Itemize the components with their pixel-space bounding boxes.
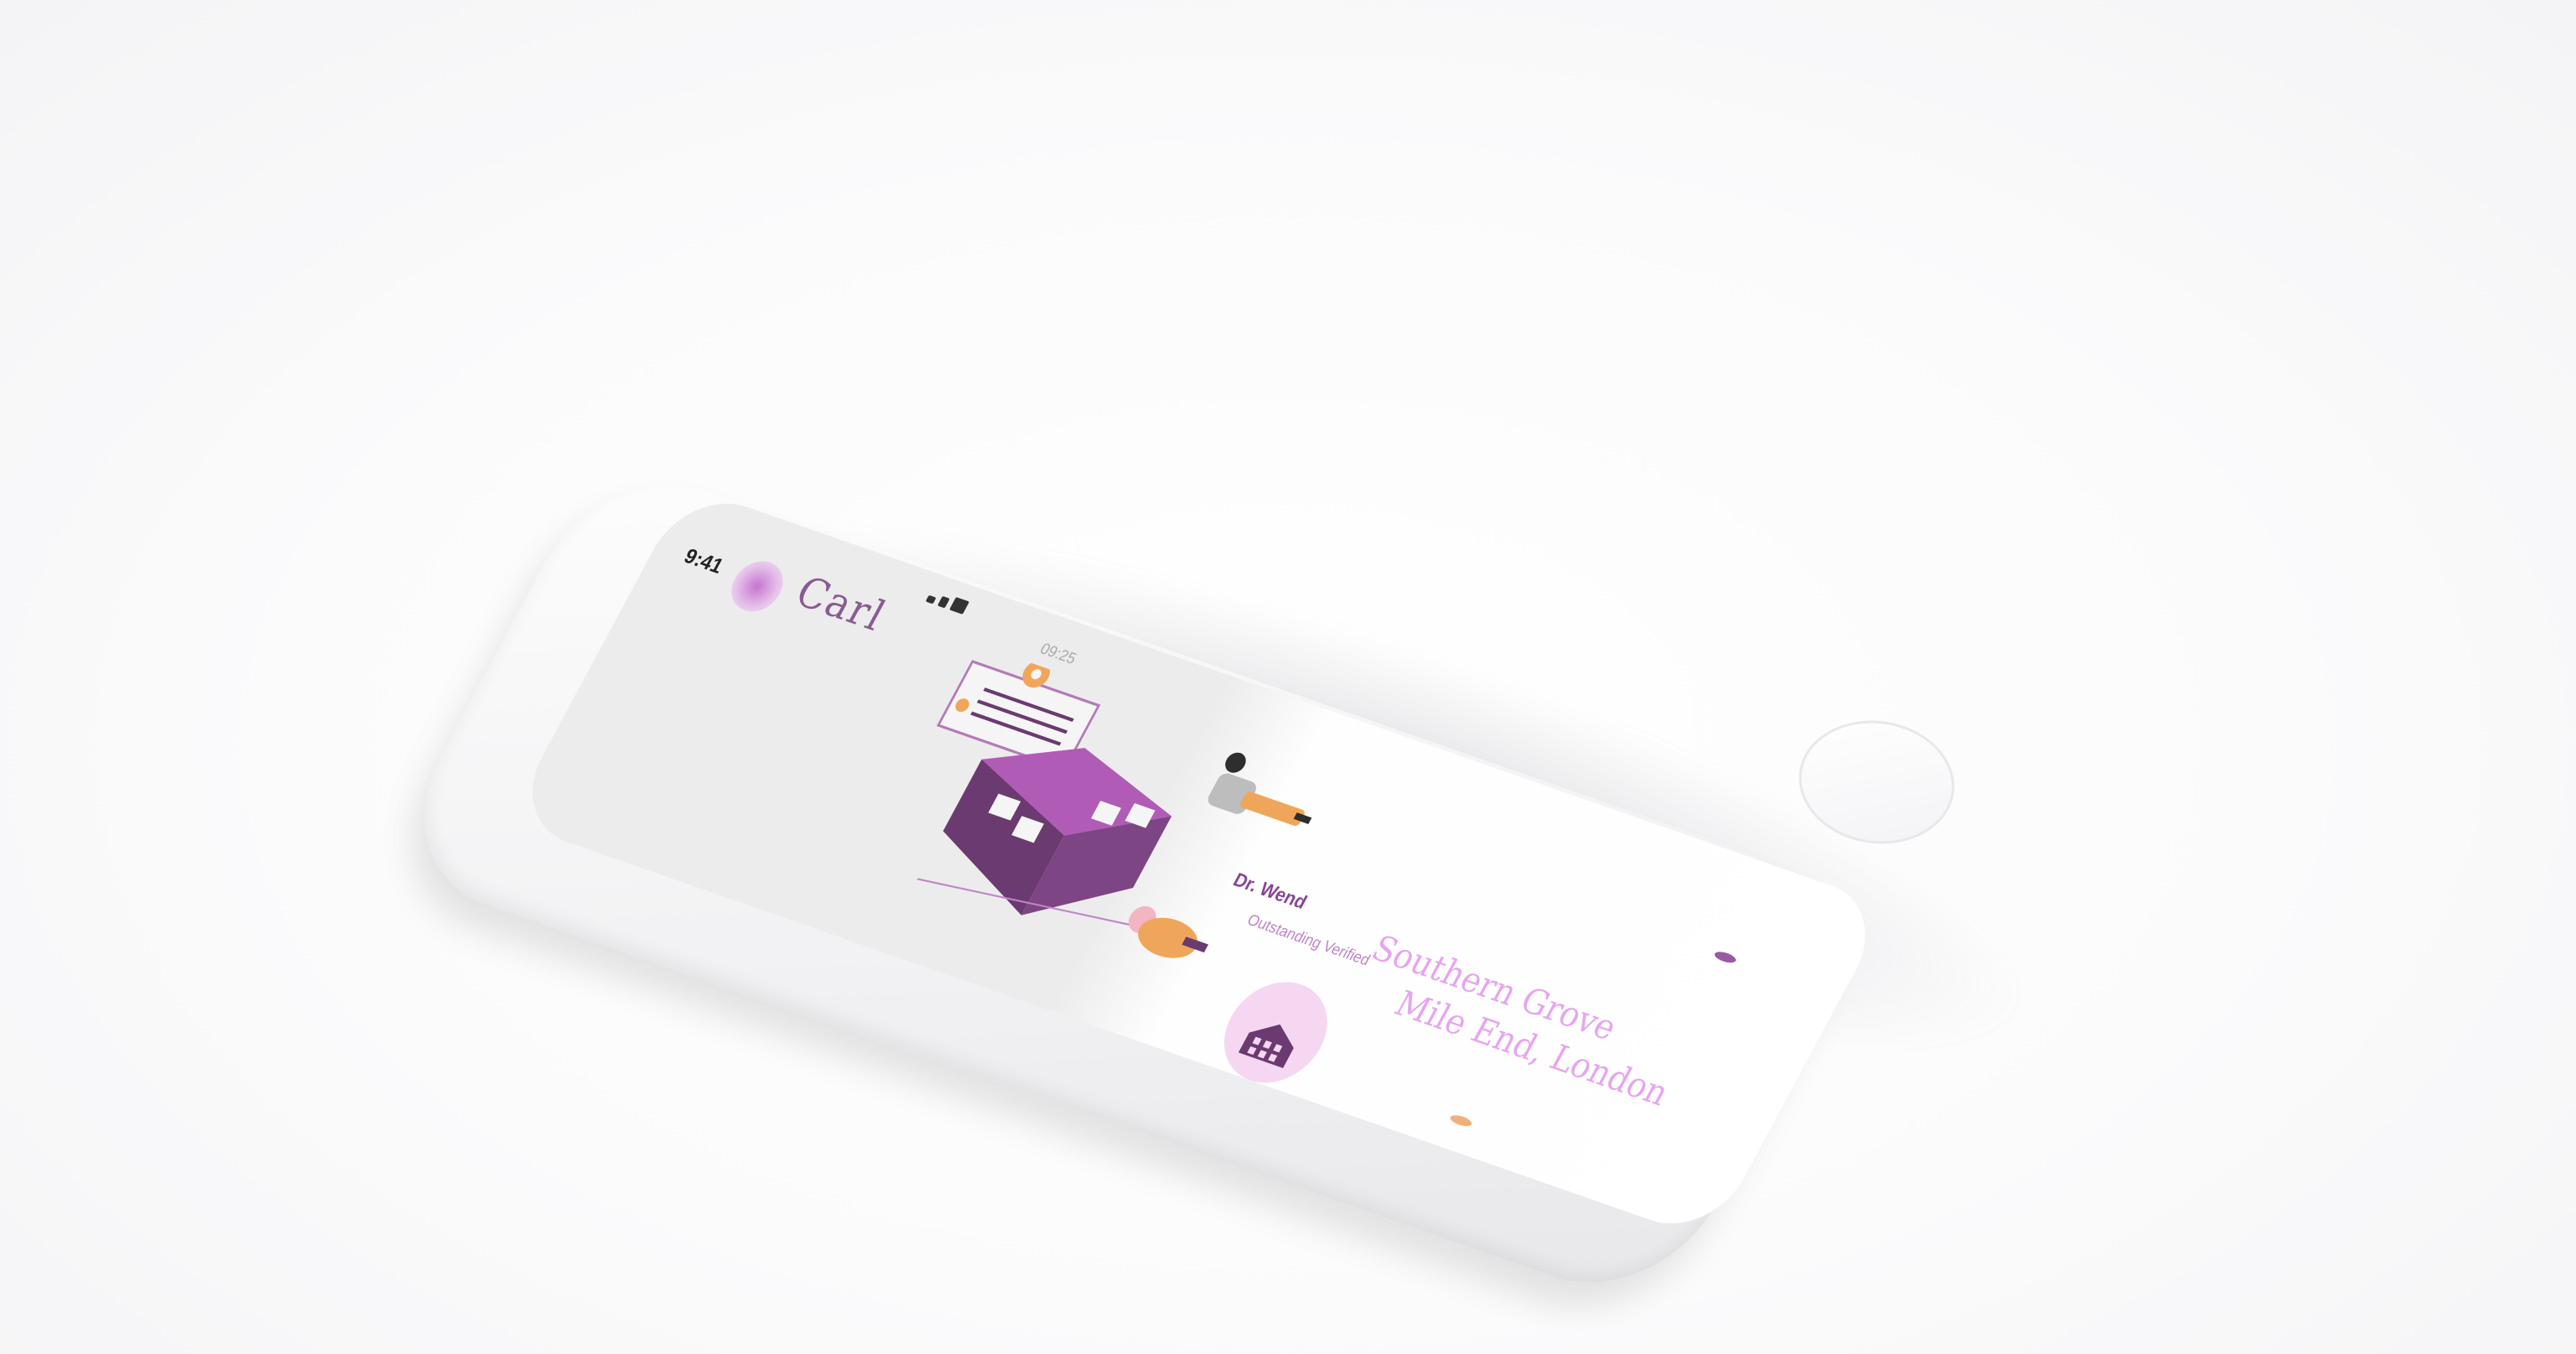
status-icons [925,589,970,615]
person-standing-illustration [1208,752,1312,826]
scene-background: 9:41 Carl 09:25 Dr. Wend Outstanding Ver… [0,0,2576,1354]
avatar[interactable] [722,554,792,619]
header-right-text: 09:25 [1037,640,1080,667]
person-sitting-illustration [1128,905,1209,958]
signal-icon [925,594,937,604]
wifi-icon [937,595,950,609]
battery-icon [948,597,970,615]
status-time: 9:41 [679,544,728,578]
user-name: Carl [787,567,895,641]
